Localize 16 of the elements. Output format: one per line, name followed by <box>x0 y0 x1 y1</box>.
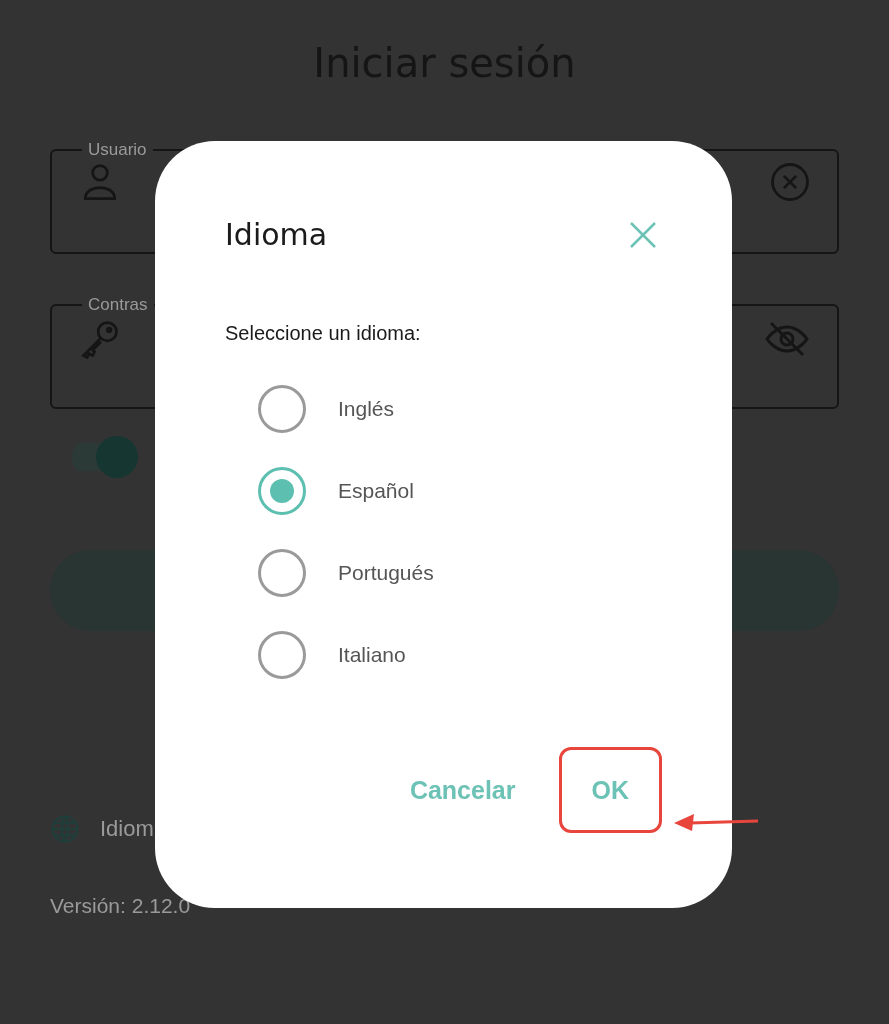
option-label[interactable]: Español <box>338 479 414 503</box>
radio-button[interactable] <box>258 631 306 679</box>
clear-icon[interactable] <box>769 161 811 203</box>
option-label[interactable]: Portugués <box>338 561 434 585</box>
version-text: Versión: 2.12.0 <box>50 894 191 918</box>
dialog-title: Idioma <box>225 217 328 252</box>
dialog-prompt: Seleccione un idioma: <box>225 322 422 345</box>
radio-button[interactable] <box>258 549 306 597</box>
radio-button[interactable] <box>258 467 306 515</box>
option-label[interactable]: Inglés <box>338 397 395 421</box>
option-label[interactable]: Italiano <box>338 643 406 667</box>
field-label: Usuario <box>87 140 148 160</box>
close-button[interactable] <box>628 219 658 250</box>
language-link[interactable]: Idiom <box>100 816 154 842</box>
radio-button[interactable] <box>258 385 306 433</box>
field-label: Contras <box>87 295 149 315</box>
